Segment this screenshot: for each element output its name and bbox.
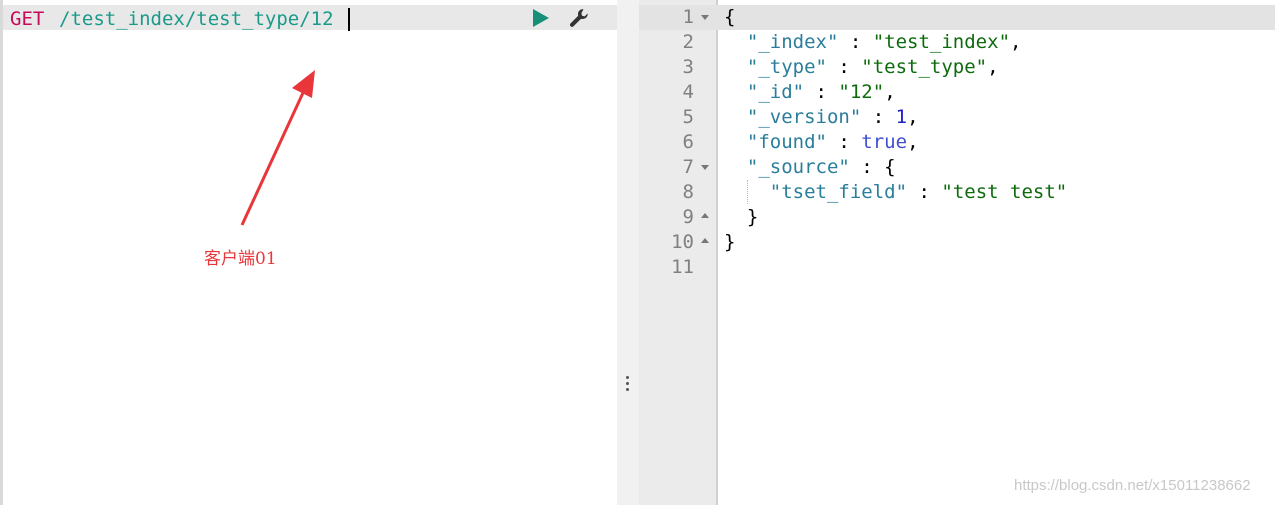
code-line: "found" : true,: [746, 131, 919, 153]
json-value: 1: [895, 106, 908, 128]
annotation-label: 客户端01: [204, 249, 277, 269]
fold-expand-icon[interactable]: [701, 213, 709, 218]
json-key: "tset_field": [769, 181, 908, 203]
request-line[interactable]: GET /test_index/test_type/12: [3, 5, 617, 31]
code-line: "_index" : "test_index",: [746, 31, 1022, 53]
line-number: 5: [682, 106, 694, 128]
line-number: 8: [682, 181, 694, 203]
response-viewer[interactable]: 1 2 3 4 5 6 7 8 9 10 11 { "_index" : "te…: [639, 0, 1275, 505]
play-icon: [533, 9, 549, 27]
wrench-icon: [569, 9, 588, 27]
line-number: 11: [671, 256, 694, 278]
drag-dots-icon: [626, 376, 629, 392]
fold-collapse-icon[interactable]: [701, 15, 709, 20]
json-key: "_version": [746, 106, 862, 128]
watermark: https://blog.csdn.net/x15011238662: [1014, 477, 1251, 494]
code-line: {: [724, 6, 736, 28]
code-line: }: [746, 206, 759, 228]
json-value: "12": [838, 81, 885, 103]
code-line: "_type" : "test_type",: [746, 56, 999, 78]
json-value: "test_index": [872, 31, 1011, 53]
json-value: true: [861, 131, 908, 153]
json-key: "_type": [746, 56, 827, 78]
line-number: 4: [682, 81, 694, 103]
line-number: 6: [682, 131, 694, 153]
code-line: }: [724, 231, 736, 253]
json-key: "found": [746, 131, 827, 153]
line-number: 10: [671, 231, 694, 253]
line-number: 3: [682, 56, 694, 78]
line-number: 2: [682, 31, 694, 53]
settings-button[interactable]: [568, 7, 590, 29]
json-value: "test test": [941, 181, 1068, 203]
code-line: "tset_field" : "test test": [769, 181, 1068, 203]
request-method[interactable]: GET: [10, 9, 44, 29]
json-key: "_index": [746, 31, 839, 53]
request-path[interactable]: /test_index/test_type/12: [59, 9, 334, 29]
fold-expand-icon[interactable]: [701, 238, 709, 243]
annotation-arrow-icon: [240, 70, 315, 226]
text-cursor: [348, 8, 350, 31]
line-number: 9: [682, 206, 694, 228]
json-value: "test_type": [861, 56, 988, 78]
json-key: "_source": [746, 156, 850, 178]
run-request-button[interactable]: [531, 8, 551, 28]
fold-collapse-icon[interactable]: [701, 165, 709, 170]
line-number: 7: [682, 156, 694, 178]
json-key: "_id": [746, 81, 805, 103]
line-number: 1: [682, 6, 694, 28]
code-line: "_version" : 1,: [746, 106, 919, 128]
pane-resize-handle[interactable]: [617, 0, 639, 505]
code-line: "_id" : "12",: [746, 81, 896, 103]
code-line: "_source" : {: [746, 156, 896, 178]
